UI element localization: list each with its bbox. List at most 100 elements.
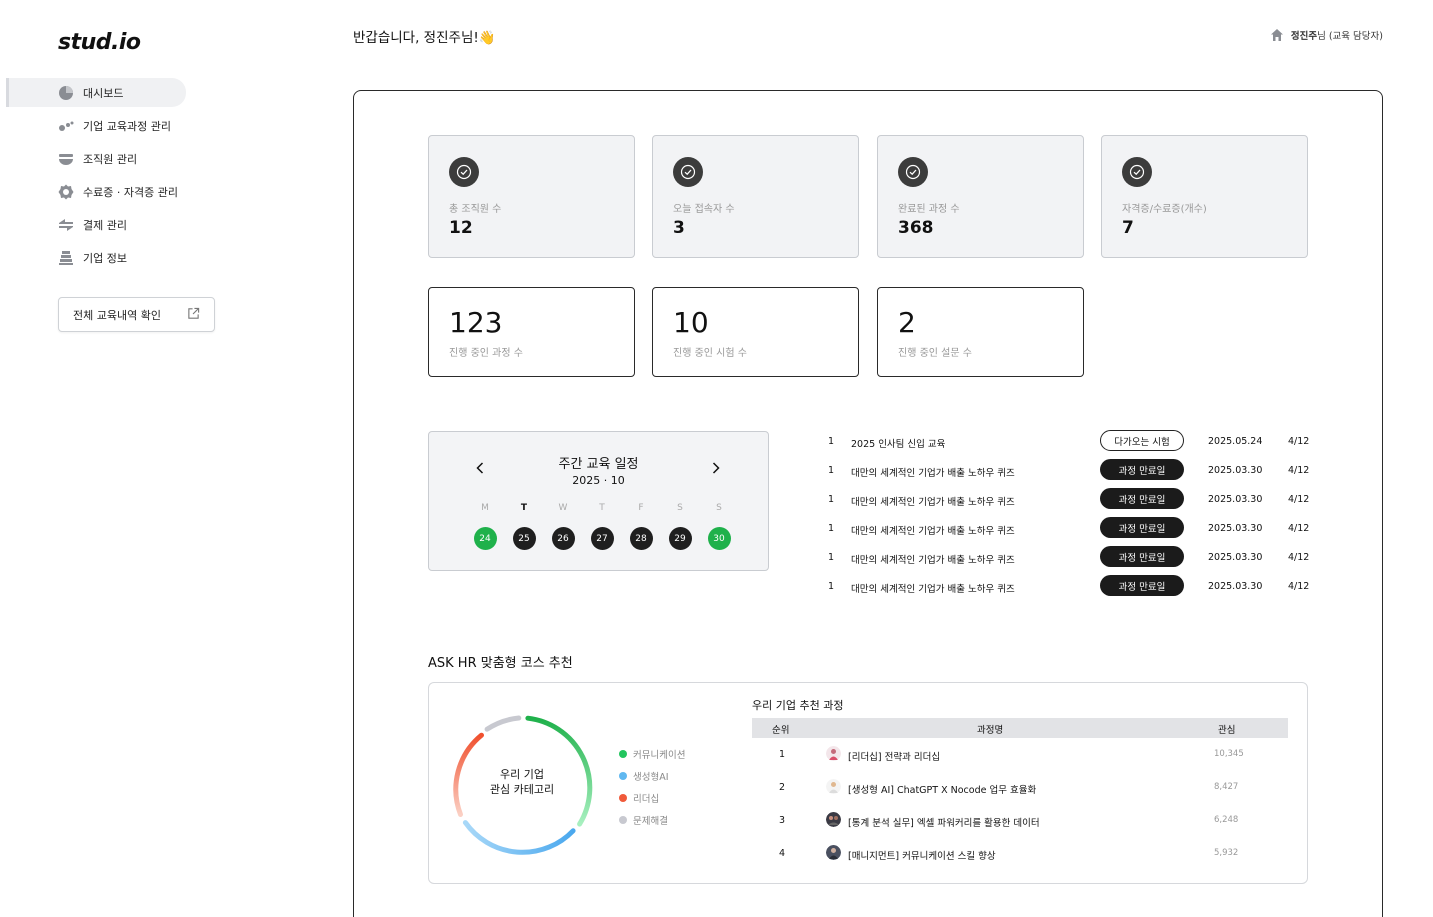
ongoing-courses-card[interactable]: 123 진행 중인 과정 수	[428, 287, 635, 377]
stat-label: 자격증/수료증(개수)	[1122, 204, 1207, 215]
stat-label: 오늘 접속자 수	[673, 204, 735, 215]
interest-count: 5,932	[1214, 848, 1239, 858]
ongoing-exams-card[interactable]: 10 진행 중인 시험 수	[652, 287, 859, 377]
ongoing-label: 진행 중인 과정 수	[449, 348, 523, 359]
home-icon[interactable]	[1270, 28, 1284, 42]
ongoing-value: 123	[449, 306, 503, 339]
stat-value: 368	[898, 218, 934, 238]
status-badge[interactable]: 과정 만료일	[1100, 517, 1184, 538]
legend-label: 생성형AI	[633, 772, 669, 783]
legend-dot	[619, 794, 627, 802]
column-header-interest: 관심	[1218, 725, 1236, 736]
calendar-day: M 24	[470, 503, 500, 550]
askhr-recommendation-box: 우리 기업 관심 카테고리 커뮤니케이션 생성형AI 리더십 문제해결 우리 기…	[428, 682, 1308, 884]
sidebar-item-label: 기업 교육과정 관리	[83, 119, 171, 133]
sidebar-item-payments[interactable]: 결제 관리	[6, 210, 186, 239]
check-circle-icon	[898, 157, 928, 187]
date-button[interactable]: 30	[707, 527, 731, 550]
weekday-label: F	[638, 503, 644, 513]
view-all-history-button[interactable]: 전체 교육내역 확인	[58, 297, 215, 332]
legend-label: 리더십	[633, 794, 660, 805]
status-badge[interactable]: 과정 만료일	[1100, 546, 1184, 567]
list-item[interactable]: 1 2025 인사팀 신입 교육 다가오는 시험 2025.05.24 4/12	[824, 428, 1314, 457]
table-row[interactable]: 1 [리더십] 전략과 리더십 10,345	[752, 738, 1288, 771]
calendar-day: S 29	[665, 503, 695, 550]
stat-value: 7	[1122, 218, 1134, 238]
weekday-label: S	[677, 503, 683, 513]
date-button[interactable]: 24	[473, 527, 497, 550]
sidebar-item-dashboard[interactable]: 대시보드	[6, 78, 186, 107]
status-badge[interactable]: 다가오는 시험	[1100, 430, 1184, 451]
stat-card-total-members: 총 조직원 수 12	[428, 135, 635, 258]
exam-date: 2025.03.30	[1208, 465, 1263, 476]
table-row[interactable]: 2 [생성형 AI] ChatGPT X Nocode 업무 효율화 8,427	[752, 771, 1288, 804]
weekday-label: M	[481, 503, 489, 513]
check-circle-icon	[449, 157, 479, 187]
exam-date: 2025.03.30	[1208, 523, 1263, 534]
list-item[interactable]: 1 대만의 세계적인 기업가 배출 노하우 퀴즈 과정 만료일 2025.03.…	[824, 457, 1314, 486]
sidebar-item-label: 조직원 관리	[83, 152, 138, 166]
weekday-label: S	[716, 503, 722, 513]
date-button[interactable]: 27	[590, 527, 614, 550]
date-button[interactable]: 26	[551, 527, 575, 550]
donut-label-line1: 우리 기업	[500, 768, 544, 781]
sidebar-item-company-info[interactable]: 기업 정보	[6, 243, 186, 272]
status-badge[interactable]: 과정 만료일	[1100, 488, 1184, 509]
status-badge[interactable]: 과정 만료일	[1100, 575, 1184, 596]
legend-label: 커뮤니케이션	[633, 750, 686, 761]
list-item[interactable]: 1 대만의 세계적인 기업가 배출 노하우 퀴즈 과정 만료일 2025.03.…	[824, 486, 1314, 515]
ongoing-surveys-card[interactable]: 2 진행 중인 설문 수	[877, 287, 1084, 377]
interest-count: 10,345	[1214, 749, 1244, 759]
list-item[interactable]: 1 대만의 세계적인 기업가 배출 노하우 퀴즈 과정 만료일 2025.03.…	[824, 573, 1314, 602]
recommended-courses-table: 순위 과정명 관심 1 [리더십] 전략과 리더십 10,345 2 [생성형 …	[752, 718, 1288, 870]
building-icon	[58, 250, 74, 266]
interest-count: 8,427	[1214, 782, 1239, 792]
exam-index: 1	[828, 552, 835, 563]
date-button[interactable]: 29	[668, 527, 692, 550]
date-button[interactable]: 25	[512, 527, 536, 550]
stat-value: 12	[449, 218, 473, 238]
dots-cluster-icon	[58, 118, 74, 134]
exam-date: 2025.03.30	[1208, 581, 1263, 592]
bowl-stack-icon	[58, 151, 74, 167]
status-badge[interactable]: 과정 만료일	[1100, 459, 1184, 480]
sidebar-nav: 대시보드 기업 교육과정 관리 조직원 관리 수료증 · 자격증 관리 결제 관…	[6, 78, 186, 276]
user-info[interactable]: 정진주 님 (교육 담당자)	[1270, 28, 1383, 42]
column-header-rank: 순위	[772, 725, 790, 736]
page-greeting: 반갑습니다, 정진주님!👋	[353, 30, 496, 46]
next-week-button[interactable]	[709, 460, 723, 476]
recommended-courses-title: 우리 기업 추천 과정	[752, 699, 844, 712]
exam-index: 1	[828, 436, 835, 447]
course-rank: 4	[779, 848, 786, 859]
legend-dot	[619, 772, 627, 780]
sidebar-item-certificates[interactable]: 수료증 · 자격증 관리	[6, 177, 186, 206]
avatar	[826, 746, 841, 761]
donut-segment-generative-ai	[462, 820, 576, 855]
exam-count: 4/12	[1288, 523, 1310, 534]
date-button[interactable]: 28	[629, 527, 653, 550]
exam-date: 2025.05.24	[1208, 436, 1263, 447]
exam-index: 1	[828, 494, 835, 505]
user-name: 정진주	[1290, 31, 1318, 42]
exam-index: 1	[828, 581, 835, 592]
table-header: 순위 과정명 관심	[752, 718, 1288, 738]
sidebar-item-courses[interactable]: 기업 교육과정 관리	[6, 111, 186, 140]
external-link-icon	[187, 307, 200, 323]
table-row[interactable]: 4 [매니지먼트] 커뮤니케이션 스킬 향상 5,932	[752, 837, 1288, 870]
legend-item: 생성형AI	[619, 765, 685, 787]
sidebar-item-members[interactable]: 조직원 관리	[6, 144, 186, 173]
course-rank: 1	[779, 749, 786, 760]
exam-index: 1	[828, 465, 835, 476]
app-logo[interactable]: stud.io	[58, 30, 141, 55]
course-title: [통계 분석 실무] 엑셀 파워커리를 활용한 데이터	[848, 818, 1040, 829]
stat-card-today-visitors: 오늘 접속자 수 3	[652, 135, 859, 258]
legend-item: 문제해결	[619, 809, 685, 831]
list-item[interactable]: 1 대만의 세계적인 기업가 배출 노하우 퀴즈 과정 만료일 2025.03.…	[824, 544, 1314, 573]
list-item[interactable]: 1 대만의 세계적인 기업가 배출 노하우 퀴즈 과정 만료일 2025.03.…	[824, 515, 1314, 544]
avatar	[826, 779, 841, 794]
exam-count: 4/12	[1288, 581, 1310, 592]
exam-schedule-list: 1 2025 인사팀 신입 교육 다가오는 시험 2025.05.24 4/12…	[824, 428, 1314, 602]
exam-count: 4/12	[1288, 465, 1310, 476]
table-row[interactable]: 3 [통계 분석 실무] 엑셀 파워커리를 활용한 데이터 6,248	[752, 804, 1288, 837]
stat-value: 3	[673, 218, 685, 238]
